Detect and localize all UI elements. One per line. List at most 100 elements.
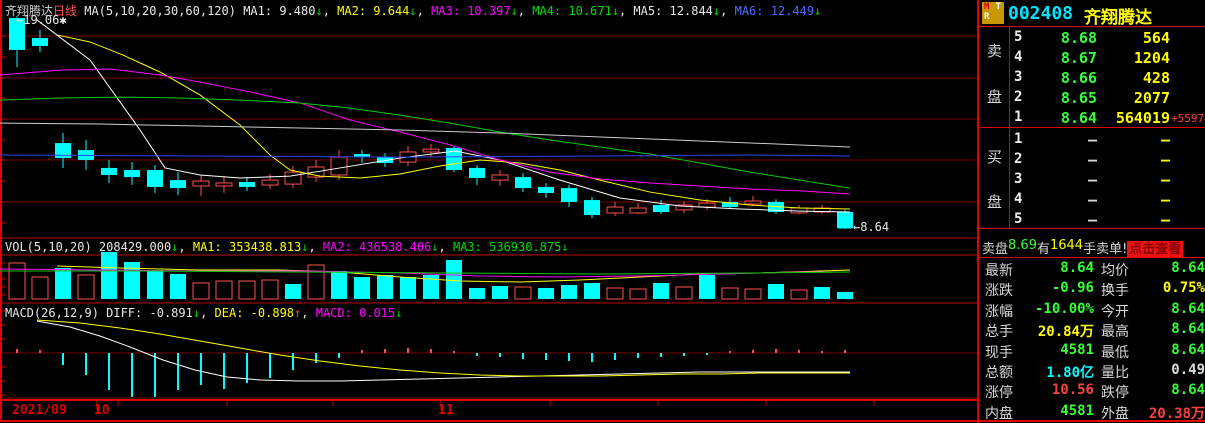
stat-value: 8.64 xyxy=(1127,260,1205,276)
level-number: 5 xyxy=(1014,211,1022,227)
level-volume: 564019 xyxy=(1097,109,1170,127)
text-part: , xyxy=(178,240,192,254)
stat-value: 4581 xyxy=(1017,403,1094,419)
text-part: MA(5,10,20,30,60,120) xyxy=(77,4,243,18)
divider xyxy=(979,257,1205,258)
text-part: DIFF: -0.891 xyxy=(106,306,193,320)
level-number: 1 xyxy=(1014,131,1022,147)
text-part: MA1: 353438.813 xyxy=(193,240,301,254)
candlestick-chart[interactable] xyxy=(0,0,978,423)
stat-label: 跌停 xyxy=(1101,382,1129,402)
buy-level-row[interactable]: 2—— xyxy=(979,151,1205,171)
view-sell-orders-button[interactable]: 点击查看 xyxy=(1127,241,1183,258)
divider xyxy=(979,26,1205,27)
level-number: 4 xyxy=(1014,191,1022,207)
sell-level-row[interactable]: 3 8.66428 xyxy=(979,69,1205,89)
icon-letter-m: M xyxy=(984,4,989,11)
sell-level-row[interactable]: 18.64564019+559749 xyxy=(979,109,1205,129)
level-volume: — xyxy=(1097,191,1170,209)
stat-value: 0.49 xyxy=(1127,362,1205,378)
text-part: MA6: 12.449 xyxy=(735,4,814,18)
text-part: MA1: 9.480 xyxy=(243,4,315,18)
level-volume-delta: +559749 xyxy=(1171,112,1205,125)
sell-level-row[interactable]: 58.68564 xyxy=(979,29,1205,49)
stat-label: 涨跌 xyxy=(985,280,1013,300)
text-part: , xyxy=(417,4,431,18)
level-volume: 2077 xyxy=(1097,89,1170,107)
stat-value: 10.56 xyxy=(1017,382,1094,398)
volume-header: VOL(5,10,20) 208429.000↓, MA1: 353438.81… xyxy=(5,240,569,254)
text-part: ↓ xyxy=(561,240,568,254)
text-part: ↓ xyxy=(431,240,438,254)
level-price: — xyxy=(1031,211,1097,229)
level-price: 8.66 xyxy=(1031,69,1097,87)
stat-value: 8.64 xyxy=(1127,321,1205,337)
date-label: 10 xyxy=(94,403,110,418)
text-part: VOL(5,10,20) xyxy=(5,240,99,254)
stat-label: 总额 xyxy=(985,362,1013,382)
text-part: MA5: 12.844 xyxy=(633,4,712,18)
divider xyxy=(979,127,1205,128)
mtr-market-icon[interactable]: M T R xyxy=(982,2,1004,24)
stock-code: 002408 xyxy=(1008,3,1073,24)
quote-panel: M T R 002408 齐翔腾达 卖 盘 买 盘 58.6856448.671… xyxy=(977,0,1205,423)
level-price: 8.67 xyxy=(1031,49,1097,67)
stat-row: 涨幅-10.00%今开8.64 xyxy=(979,301,1205,321)
icon-letter-t: T xyxy=(996,4,1001,11)
stock-app-window: 齐翔腾达日线 MA(5,10,20,30,60,120) MA1: 9.480↓… xyxy=(0,0,1205,423)
text-part: DEA: -0.898 xyxy=(215,306,294,320)
level-price: 8.65 xyxy=(1031,89,1097,107)
stat-value: 1.80亿 xyxy=(1017,362,1094,382)
text-part: ↓ xyxy=(814,4,821,18)
text-part: MA2: 9.644 xyxy=(337,4,409,18)
level-volume: 1204 xyxy=(1097,49,1170,67)
level-volume: — xyxy=(1097,131,1170,149)
stat-label: 涨停 xyxy=(985,382,1013,402)
stat-label: 量比 xyxy=(1101,362,1129,382)
stat-value: 8.64 xyxy=(1127,301,1205,317)
main-chart-ma-header: 齐翔腾达日线 MA(5,10,20,30,60,120) MA1: 9.480↓… xyxy=(5,2,821,19)
text-part: , xyxy=(439,240,453,254)
text-part: , xyxy=(301,306,315,320)
stat-row: 涨停10.56跌停8.64 xyxy=(979,382,1205,402)
icon-letter-r: R xyxy=(984,14,989,21)
text-part: , xyxy=(200,306,214,320)
level-price: 8.64 xyxy=(1031,109,1097,127)
level-number: 2 xyxy=(1014,151,1022,167)
text-part: , xyxy=(518,4,532,18)
stat-value: -0.96 xyxy=(1017,280,1094,296)
stat-row: 总手20.84万最高8.64 xyxy=(979,321,1205,341)
text-part: ↓ xyxy=(511,4,518,18)
stat-value: 4581 xyxy=(1017,342,1094,358)
buy-level-row[interactable]: 1—— xyxy=(979,131,1205,151)
sell-level-row[interactable]: 48.671204 xyxy=(979,49,1205,69)
stat-label: 换手 xyxy=(1101,280,1129,300)
sell-level-row[interactable]: 28.652077 xyxy=(979,89,1205,109)
buy-level-row[interactable]: 3—— xyxy=(979,171,1205,191)
stat-label: 最低 xyxy=(1101,342,1129,362)
text-part: ↓ xyxy=(315,4,322,18)
stat-row: 总额1.80亿量比0.49 xyxy=(979,362,1205,382)
stat-value: 20.84万 xyxy=(1017,321,1094,341)
text-part: 1644 xyxy=(1050,238,1083,253)
stat-value: 0.75% xyxy=(1127,280,1205,296)
text-part: , xyxy=(720,4,734,18)
macd-header: MACD(26,12,9) DIFF: -0.891↓, DEA: -0.898… xyxy=(5,306,402,320)
text-part: ↓ xyxy=(409,4,416,18)
stat-row: 现手4581最低8.64 xyxy=(979,342,1205,362)
level-number: 3 xyxy=(1014,69,1022,85)
bottom-frame-line xyxy=(0,420,1205,422)
text-part: 卖盘 xyxy=(982,242,1008,257)
level-volume: 428 xyxy=(1097,69,1170,87)
text-part: MA3: 536930.875 xyxy=(453,240,561,254)
stat-value: -10.00% xyxy=(1017,301,1094,317)
buy-level-row[interactable]: 4—— xyxy=(979,191,1205,211)
divider xyxy=(979,228,1205,229)
stat-label: 涨幅 xyxy=(985,301,1013,321)
stat-row: 涨跌-0.96 换手0.75% xyxy=(979,280,1205,300)
text-part: MA4: 10.671 xyxy=(532,4,611,18)
level-price: 8.68 xyxy=(1031,29,1097,47)
text-part: MA3: 10.397 xyxy=(431,4,510,18)
level-number: 3 xyxy=(1014,171,1022,187)
level-number: 5 xyxy=(1014,29,1022,45)
